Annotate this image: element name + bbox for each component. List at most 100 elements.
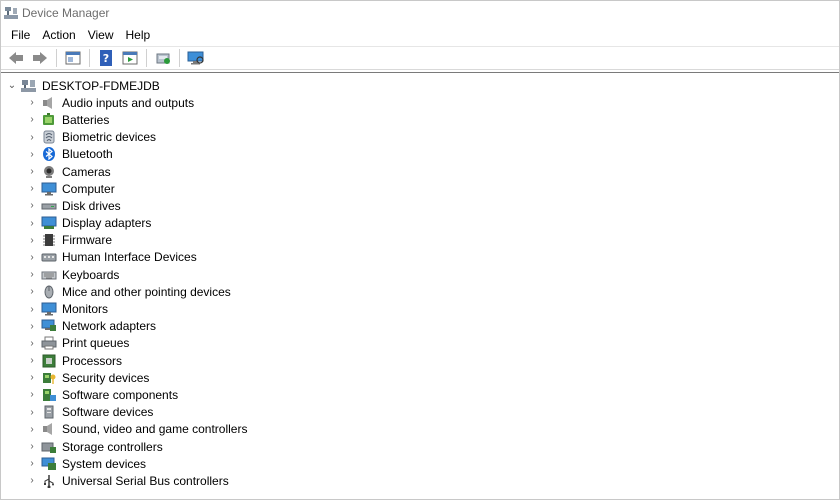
- scan-hardware-button[interactable]: [185, 48, 207, 68]
- back-button[interactable]: [5, 48, 27, 68]
- chevron-right-icon[interactable]: ›: [27, 338, 37, 349]
- chevron-right-icon[interactable]: ›: [27, 132, 37, 143]
- properties-button[interactable]: [62, 48, 84, 68]
- update-driver-icon: [156, 53, 170, 64]
- tree-node-label: Universal Serial Bus controllers: [62, 473, 229, 488]
- tree-node-processors[interactable]: › Processors: [1, 352, 839, 369]
- help-button[interactable]: ?: [95, 48, 117, 68]
- tree-node-human-interface-devices[interactable]: › Human Interface Devices: [1, 249, 839, 266]
- tree-node-label: Network adapters: [62, 319, 157, 334]
- chevron-right-icon[interactable]: ›: [27, 372, 37, 383]
- device-manager-app-icon: [4, 6, 18, 20]
- tree-node-label: Processors: [62, 353, 123, 368]
- tree-node-label: Human Interface Devices: [62, 250, 197, 265]
- chevron-right-icon[interactable]: ›: [27, 149, 37, 160]
- tree-node-cameras[interactable]: › Cameras: [1, 163, 839, 180]
- tree-node-display-adapters[interactable]: › Display adapters: [1, 215, 839, 232]
- tree-node-label: Firmware: [62, 233, 112, 248]
- tree-node-keyboards[interactable]: › Keyboards: [1, 266, 839, 283]
- tree-node-disk-drives[interactable]: › Disk drives: [1, 197, 839, 214]
- toolbar-separator: [179, 49, 180, 67]
- tree-node-label: System devices: [62, 456, 147, 471]
- tree-node-audio-inputs-and-outputs[interactable]: › Audio inputs and outputs: [1, 94, 839, 111]
- tree-root-label: DESKTOP-FDMEJDB: [42, 78, 160, 93]
- update-driver-button[interactable]: [152, 48, 174, 68]
- keyboard-icon: [41, 268, 57, 282]
- tree-node-security-devices[interactable]: › Security devices: [1, 369, 839, 386]
- bluetooth-icon: [41, 147, 57, 162]
- system-device-icon: [41, 457, 57, 471]
- tree-node-biometric-devices[interactable]: › Biometric devices: [1, 129, 839, 146]
- device-tree: ⌄ DESKTOP-FDMEJDB › Audio inputs and outp…: [1, 72, 839, 499]
- usb-icon: [41, 474, 57, 489]
- chevron-right-icon[interactable]: ›: [27, 304, 37, 315]
- tree-node-system-devices[interactable]: › System devices: [1, 455, 839, 472]
- tree-node-firmware[interactable]: › Firmware: [1, 232, 839, 249]
- chevron-right-icon[interactable]: ›: [27, 235, 37, 246]
- security-icon: [41, 371, 57, 385]
- chevron-right-icon[interactable]: ›: [27, 269, 37, 280]
- chevron-right-icon[interactable]: ›: [27, 475, 37, 486]
- chevron-right-icon[interactable]: ›: [27, 441, 37, 452]
- tree-node-print-queues[interactable]: › Print queues: [1, 335, 839, 352]
- tree-node-label: Mice and other pointing devices: [62, 284, 231, 299]
- chevron-right-icon[interactable]: ›: [27, 321, 37, 332]
- speaker-icon: [41, 422, 57, 436]
- chevron-down-icon[interactable]: ⌄: [7, 80, 17, 91]
- tree-root-node[interactable]: ⌄ DESKTOP-FDMEJDB: [1, 77, 839, 94]
- tree-node-software-components[interactable]: › Software components: [1, 386, 839, 403]
- tree-node-network-adapters[interactable]: › Network adapters: [1, 318, 839, 335]
- title-bar: Device Manager: [1, 1, 839, 24]
- firmware-icon: [41, 233, 57, 247]
- printer-icon: [41, 336, 57, 350]
- category-list: › Audio inputs and outputs › Batteries › Biom…: [1, 94, 839, 489]
- speaker-icon: [41, 96, 57, 110]
- camera-icon: [41, 165, 57, 179]
- menu-action[interactable]: Action: [36, 26, 81, 44]
- tree-node-computer[interactable]: › Computer: [1, 180, 839, 197]
- tree-node-monitors[interactable]: › Monitors: [1, 300, 839, 317]
- toolbar-separator: [146, 49, 147, 67]
- chevron-right-icon[interactable]: ›: [27, 218, 37, 229]
- window-title: Device Manager: [22, 5, 110, 20]
- toolbar-separator: [56, 49, 57, 67]
- tree-node-sound-video-and-game-controllers[interactable]: › Sound, video and game controllers: [1, 421, 839, 438]
- tree-node-storage-controllers[interactable]: › Storage controllers: [1, 438, 839, 455]
- forward-button[interactable]: [29, 48, 51, 68]
- chevron-right-icon[interactable]: ›: [27, 286, 37, 297]
- help-icon: ?: [100, 50, 112, 66]
- tree-node-label: Batteries: [62, 112, 110, 127]
- chevron-right-icon[interactable]: ›: [27, 166, 37, 177]
- tree-node-bluetooth[interactable]: › Bluetooth: [1, 146, 839, 163]
- menu-bar: File Action View Help: [1, 24, 839, 46]
- chevron-right-icon[interactable]: ›: [27, 458, 37, 469]
- chevron-right-icon[interactable]: ›: [27, 252, 37, 263]
- menu-help[interactable]: Help: [120, 26, 157, 44]
- run-icon: [122, 51, 138, 65]
- tree-node-label: Display adapters: [62, 216, 152, 231]
- chevron-right-icon[interactable]: ›: [27, 97, 37, 108]
- run-button[interactable]: [119, 48, 141, 68]
- tree-node-label: Disk drives: [62, 198, 121, 213]
- menu-view[interactable]: View: [82, 26, 120, 44]
- tree-node-mice-and-other-pointing-devices[interactable]: › Mice and other pointing devices: [1, 283, 839, 300]
- chevron-right-icon[interactable]: ›: [27, 355, 37, 366]
- tree-node-label: Software devices: [62, 405, 154, 420]
- tree-node-label: Keyboards: [62, 267, 120, 282]
- tree-node-software-devices[interactable]: › Software devices: [1, 404, 839, 421]
- chevron-right-icon[interactable]: ›: [27, 424, 37, 435]
- menu-file[interactable]: File: [5, 26, 36, 44]
- monitor-icon: [41, 182, 57, 196]
- chevron-right-icon[interactable]: ›: [27, 407, 37, 418]
- tree-node-label: Security devices: [62, 370, 150, 385]
- tree-node-universal-serial-bus-controllers[interactable]: › Universal Serial Bus controllers: [1, 472, 839, 489]
- chevron-right-icon[interactable]: ›: [27, 389, 37, 400]
- device-manager-window: Device Manager File Action View Help ? ⌄…: [0, 0, 840, 500]
- tree-node-label: Cameras: [62, 164, 111, 179]
- storage-controller-icon: [41, 440, 57, 454]
- tree-node-label: Print queues: [62, 336, 130, 351]
- tree-node-batteries[interactable]: › Batteries: [1, 111, 839, 128]
- chevron-right-icon[interactable]: ›: [27, 200, 37, 211]
- chevron-right-icon[interactable]: ›: [27, 114, 37, 125]
- chevron-right-icon[interactable]: ›: [27, 183, 37, 194]
